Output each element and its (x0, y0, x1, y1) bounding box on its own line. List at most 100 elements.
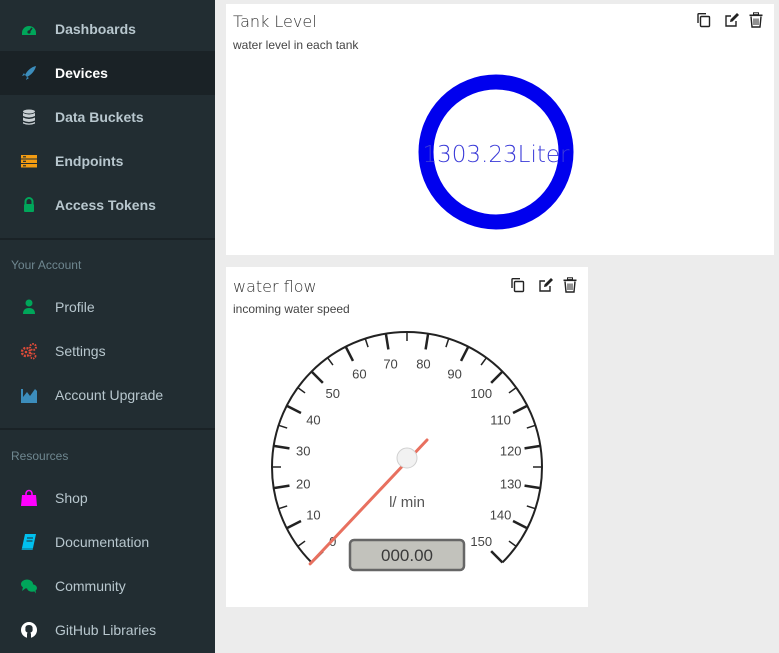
gauge-minor-tick (297, 387, 306, 394)
sidebar-item-label: Access Tokens (55, 197, 156, 213)
sidebar-item-access-tokens[interactable]: Access Tokens (0, 183, 215, 227)
sidebar-item-devices[interactable]: Devices (0, 51, 215, 95)
gauge-minor-tick (508, 387, 517, 394)
dashboard-icon (22, 26, 36, 35)
user-icon (23, 299, 35, 314)
gauge-major-tick (344, 346, 355, 362)
rocket-icon (22, 66, 36, 80)
gauge-minor-tick (526, 505, 536, 510)
tank-level-widget: Tank Level water level in each tank 1303… (226, 4, 774, 255)
sidebar: Dashboards Devices Data Buckets Endpoint… (0, 0, 215, 653)
sidebar-divider (0, 428, 215, 430)
sidebar-item-profile[interactable]: Profile (0, 285, 215, 329)
gauge-major-tick (490, 370, 504, 384)
gauge-tick-label: 130 (500, 476, 522, 491)
gauge-tick-label: 30 (296, 444, 310, 459)
delete-icon[interactable] (748, 12, 764, 28)
copy-icon[interactable] (696, 12, 712, 28)
gauge-major-tick (424, 333, 430, 350)
book-icon (21, 534, 36, 550)
sidebar-item-settings[interactable]: Settings (0, 329, 215, 373)
widget-subtitle: water level in each tank (233, 38, 359, 52)
sidebar-item-shop[interactable]: Shop (0, 476, 215, 520)
sidebar-divider (0, 238, 215, 240)
gauge-tick-label: 120 (500, 444, 522, 459)
sidebar-item-github-libraries[interactable]: GitHub Libraries (0, 608, 215, 652)
gauge-minor-tick (364, 338, 369, 348)
gauge-major-tick (524, 484, 541, 490)
gauge-major-tick (459, 346, 470, 362)
gauge-tick-label: 50 (326, 386, 340, 401)
gauge-tick-label: 20 (296, 476, 310, 491)
sidebar-item-label: Data Buckets (55, 109, 144, 125)
gauge-major-tick (286, 404, 302, 415)
sidebar-item-label: Shop (55, 490, 88, 506)
gauge-minor-tick (278, 424, 288, 429)
gauge-tick-label: 10 (306, 508, 320, 523)
gauge-major-tick (490, 550, 504, 564)
comments-icon (21, 579, 37, 594)
gauge-display-value: 000.00 (381, 546, 433, 565)
database-icon (23, 109, 35, 125)
gauge-tick-label: 150 (470, 534, 492, 549)
gauge-unit-label: l/ min (389, 494, 425, 511)
delete-icon[interactable] (562, 277, 578, 293)
gauge-minor-tick (445, 338, 450, 348)
tank-level-value: 1303.23Liter (423, 142, 570, 168)
widget-title: water flow (233, 277, 317, 296)
lock-icon (24, 197, 34, 212)
gauge-major-tick (273, 444, 290, 450)
section-header-resources: Resources (11, 449, 69, 463)
sidebar-item-label: Devices (55, 65, 108, 81)
gauge-minor-tick (480, 357, 487, 366)
widget-subtitle: incoming water speed (233, 302, 350, 316)
sidebar-item-label: Endpoints (55, 153, 124, 169)
chart-icon (21, 389, 37, 403)
gauge-tick-label: 110 (490, 412, 511, 427)
sidebar-item-data-buckets[interactable]: Data Buckets (0, 95, 215, 139)
sidebar-item-endpoints[interactable]: Endpoints (0, 139, 215, 183)
gauge-major-tick (512, 519, 528, 530)
sidebar-item-documentation[interactable]: Documentation (0, 520, 215, 564)
gauge-major-tick (512, 404, 528, 415)
sidebar-item-label: Profile (55, 299, 95, 315)
sidebar-item-label: Community (55, 578, 126, 594)
water-flow-widget: water flow incoming water speed 01020304… (226, 267, 588, 607)
gauge-minor-tick (278, 505, 288, 510)
gauge-minor-tick (508, 540, 517, 547)
sidebar-item-community[interactable]: Community (0, 564, 215, 608)
gauge-minor-tick (297, 540, 306, 547)
gauge-major-tick (524, 444, 541, 450)
gauge-tick-label: 40 (306, 412, 320, 427)
gauge-major-tick (384, 333, 390, 350)
gauge-tick-label: 90 (447, 366, 461, 381)
sidebar-item-label: Account Upgrade (55, 387, 164, 403)
shopping-bag-icon (21, 489, 37, 506)
github-icon (21, 622, 37, 638)
sidebar-item-label: Settings (55, 343, 106, 359)
sidebar-item-label: Dashboards (55, 21, 136, 37)
cogs-icon (20, 343, 37, 360)
gauge-tick-label: 100 (470, 386, 492, 401)
gauge-minor-tick (526, 424, 536, 429)
gauge-major-tick (286, 519, 302, 530)
gauge-scale: 0102030405060708090100110120130140150 (271, 331, 543, 564)
gauge-tick-label: 60 (352, 366, 366, 381)
tank-level-ring: 1303.23Liter (418, 74, 574, 230)
sidebar-item-label: GitHub Libraries (55, 622, 157, 638)
gauge-tick-label: 70 (383, 356, 397, 371)
gauge-major-tick (310, 370, 324, 384)
edit-icon[interactable] (538, 277, 554, 293)
gauge-needle-hub (396, 447, 418, 469)
sidebar-item-dashboards[interactable]: Dashboards (0, 7, 215, 51)
sidebar-item-account-upgrade[interactable]: Account Upgrade (0, 373, 215, 417)
endpoints-icon (21, 155, 37, 168)
section-header-your-account: Your Account (11, 258, 82, 272)
gauge-tick-label: 80 (416, 356, 430, 371)
edit-icon[interactable] (724, 12, 740, 28)
copy-icon[interactable] (510, 277, 526, 293)
gauge-tick-label: 140 (490, 508, 512, 523)
gauge-major-tick (273, 484, 290, 490)
widget-title: Tank Level (233, 12, 317, 31)
gauge-minor-tick (327, 357, 334, 366)
